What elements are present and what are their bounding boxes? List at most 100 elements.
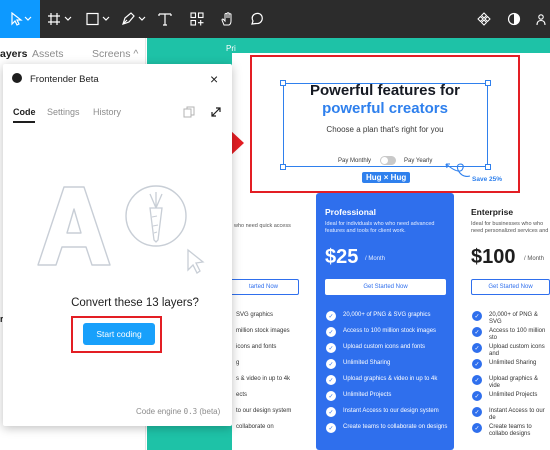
feature-item: Access to 100 million stock images	[343, 328, 437, 334]
engine-info: Code engine 0.3 (beta)	[136, 407, 220, 416]
professional-plan-desc: Ideal for individuals who who need advan…	[325, 221, 435, 234]
feature-item: Unlimited Projects	[489, 392, 538, 398]
engine-version: 0.3	[183, 407, 198, 416]
tab-code[interactable]: Code	[13, 107, 36, 117]
check-icon: ✓	[472, 391, 482, 401]
basic-cta-label: tarted Now	[248, 284, 278, 290]
check-icon: ✓	[326, 423, 336, 433]
comment-tool[interactable]	[246, 0, 268, 38]
professional-period: / Month	[365, 256, 386, 262]
close-icon[interactable]: ×	[210, 72, 218, 86]
feature-item: icons and fonts	[236, 344, 277, 350]
feature-item: g	[236, 360, 240, 366]
frame-tool[interactable]	[44, 0, 76, 38]
tab-assets[interactable]: Assets	[32, 48, 64, 60]
check-icon: ✓	[326, 407, 336, 417]
feature-item: million stock images	[236, 328, 290, 334]
components-button[interactable]	[474, 0, 494, 38]
professional-plan-name: Professional	[325, 207, 377, 217]
check-icon: ✓	[472, 311, 482, 321]
check-icon: ✓	[472, 343, 482, 353]
check-icon: ✓	[326, 343, 336, 353]
plugin-title: Frontender Beta	[30, 74, 99, 85]
move-tool[interactable]	[0, 0, 40, 38]
cursor-icon	[11, 12, 32, 26]
feature-item: Upload graphics & video in up to 4k	[343, 376, 438, 382]
engine-label: Code engine	[136, 407, 182, 416]
plugin-logo-icon	[12, 73, 22, 83]
feature-item: Upload graphics & vide	[489, 376, 539, 389]
pen-icon	[122, 12, 146, 25]
feature-item: to our design system	[236, 408, 292, 414]
feature-item: collaborate on	[236, 424, 274, 430]
feature-item: Upload custom icons and fonts	[343, 344, 426, 350]
enterprise-plan-name: Enterprise	[471, 207, 514, 217]
tab-settings[interactable]: Settings	[47, 107, 80, 117]
highlight-box	[250, 55, 520, 193]
feature-item: Create teams to collabo designs	[489, 424, 532, 437]
feature-item: ects	[236, 392, 248, 398]
feature-item: 20,000+ of PNG & SVG	[489, 312, 538, 325]
theme-icon	[507, 12, 521, 26]
enterprise-cta-label: Get Started Now	[488, 284, 533, 290]
resources-icon	[190, 12, 204, 26]
copy-icon[interactable]	[183, 106, 195, 118]
check-icon: ✓	[326, 375, 336, 385]
text-icon	[158, 13, 172, 26]
tab-history[interactable]: History	[93, 107, 121, 117]
toolbar	[0, 0, 550, 38]
feature-item: s & video in up to 4k	[236, 376, 291, 382]
enterprise-period: / Month	[524, 256, 545, 262]
letter-a-illustration-icon	[37, 186, 111, 266]
check-icon: ✓	[472, 407, 482, 417]
feature-item: SVG graphics	[236, 312, 274, 318]
carrot-illustration-icon	[125, 185, 205, 274]
feature-item: Instant Access to our design system	[343, 408, 439, 414]
professional-cta-label: Get Started Now	[363, 284, 408, 290]
feature-item: Create teams to collaborate on designs	[343, 424, 448, 430]
share-button[interactable]	[536, 0, 550, 38]
professional-cta-button[interactable]: Get Started Now	[325, 279, 446, 295]
share-icon	[536, 14, 546, 26]
frame-label[interactable]: Pri	[226, 44, 236, 53]
frame-icon	[48, 13, 72, 25]
feature-item: Upload custom icons and	[489, 344, 545, 357]
check-icon: ✓	[472, 327, 482, 337]
check-icon: ✓	[472, 423, 482, 433]
rectangle-icon	[86, 12, 110, 26]
tab-layers[interactable]: ayers	[0, 48, 27, 60]
pen-tool[interactable]	[118, 0, 150, 38]
highlight-box	[71, 316, 162, 353]
feature-item: Unlimited Sharing	[489, 360, 537, 366]
enterprise-price: $100	[471, 246, 516, 268]
check-icon: ✓	[326, 359, 336, 369]
engine-tag: (beta)	[199, 407, 221, 416]
tab-screens[interactable]: Screens ^	[92, 48, 138, 60]
components-icon	[477, 12, 491, 26]
text-tool[interactable]	[154, 0, 176, 38]
feature-item: Unlimited Projects	[343, 392, 392, 398]
feature-item: Instant Access to our de	[489, 408, 545, 421]
comment-icon	[251, 12, 263, 25]
check-icon: ✓	[326, 391, 336, 401]
basic-cta-button[interactable]: tarted Now	[228, 279, 299, 295]
check-icon: ✓	[472, 375, 482, 385]
hand-icon	[221, 12, 232, 26]
check-icon: ✓	[472, 359, 482, 369]
enterprise-cta-button[interactable]: Get Started Now	[471, 279, 550, 295]
resources-tool[interactable]	[186, 0, 208, 38]
feature-item: Unlimited Sharing	[343, 360, 391, 366]
theme-button[interactable]	[504, 0, 524, 38]
enterprise-plan-desc: Ideal for businesses who who need person…	[471, 221, 549, 234]
professional-price: $25	[325, 246, 359, 268]
check-icon: ✓	[326, 327, 336, 337]
active-tab-indicator	[13, 121, 35, 123]
basic-plan-desc: who need quick access	[234, 223, 291, 229]
check-icon: ✓	[326, 311, 336, 321]
shape-tool[interactable]	[82, 0, 114, 38]
hand-tool[interactable]	[216, 0, 238, 38]
convert-message: Convert these 13 layers?	[71, 297, 199, 309]
expand-icon[interactable]	[210, 106, 222, 118]
feature-item: Access to 100 million sto	[489, 328, 546, 341]
feature-item: 20,000+ of PNG & SVG graphics	[343, 312, 431, 318]
